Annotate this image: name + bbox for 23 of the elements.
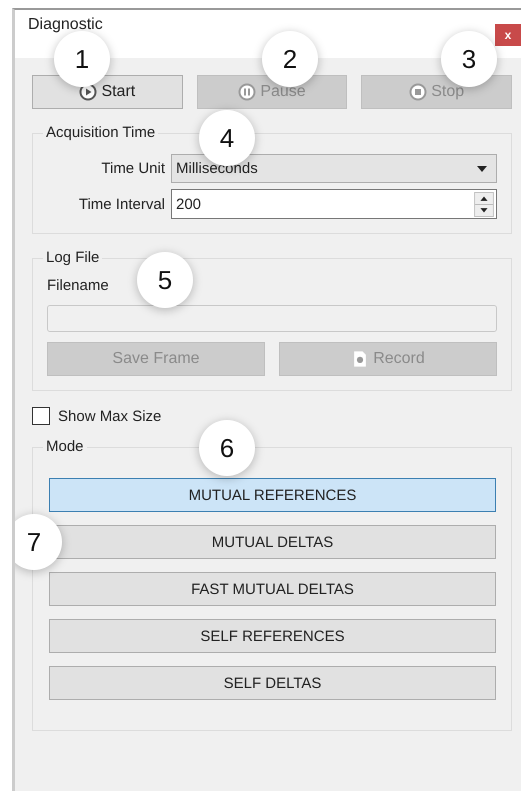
close-button[interactable]: x	[495, 24, 521, 46]
mode-button[interactable]: FAST MUTUAL DELTAS	[49, 572, 496, 606]
number-tooltip: 7	[15, 514, 62, 570]
play-icon	[79, 83, 98, 101]
field-label: Time Interval	[78, 196, 165, 212]
field-label: Time Unit	[100, 160, 165, 177]
checkbox-label: Show Max Size	[58, 408, 162, 424]
group-title: Acquisition Time	[43, 124, 158, 141]
start-button[interactable]: Start	[32, 75, 183, 109]
pause-icon	[238, 83, 256, 101]
number-tooltip: 6	[199, 420, 255, 476]
time-interval-spinbox[interactable]: 200	[171, 189, 497, 219]
number-tooltip: 5	[137, 252, 193, 308]
checkbox[interactable]	[32, 407, 50, 425]
stop-icon	[409, 83, 428, 101]
mode-button[interactable]: MUTUAL REFERENCES	[49, 478, 496, 512]
mode-button[interactable]: SELF REFERENCES	[49, 619, 496, 653]
mode-button[interactable]: SELF DELTAS	[49, 666, 496, 700]
group-title: Log File	[43, 249, 102, 266]
window-title: Diagnostic	[28, 16, 103, 34]
spin-arrows-icon[interactable]	[474, 192, 494, 216]
field-label: Filename	[47, 277, 109, 294]
dropdown-arrow-icon	[476, 164, 488, 172]
